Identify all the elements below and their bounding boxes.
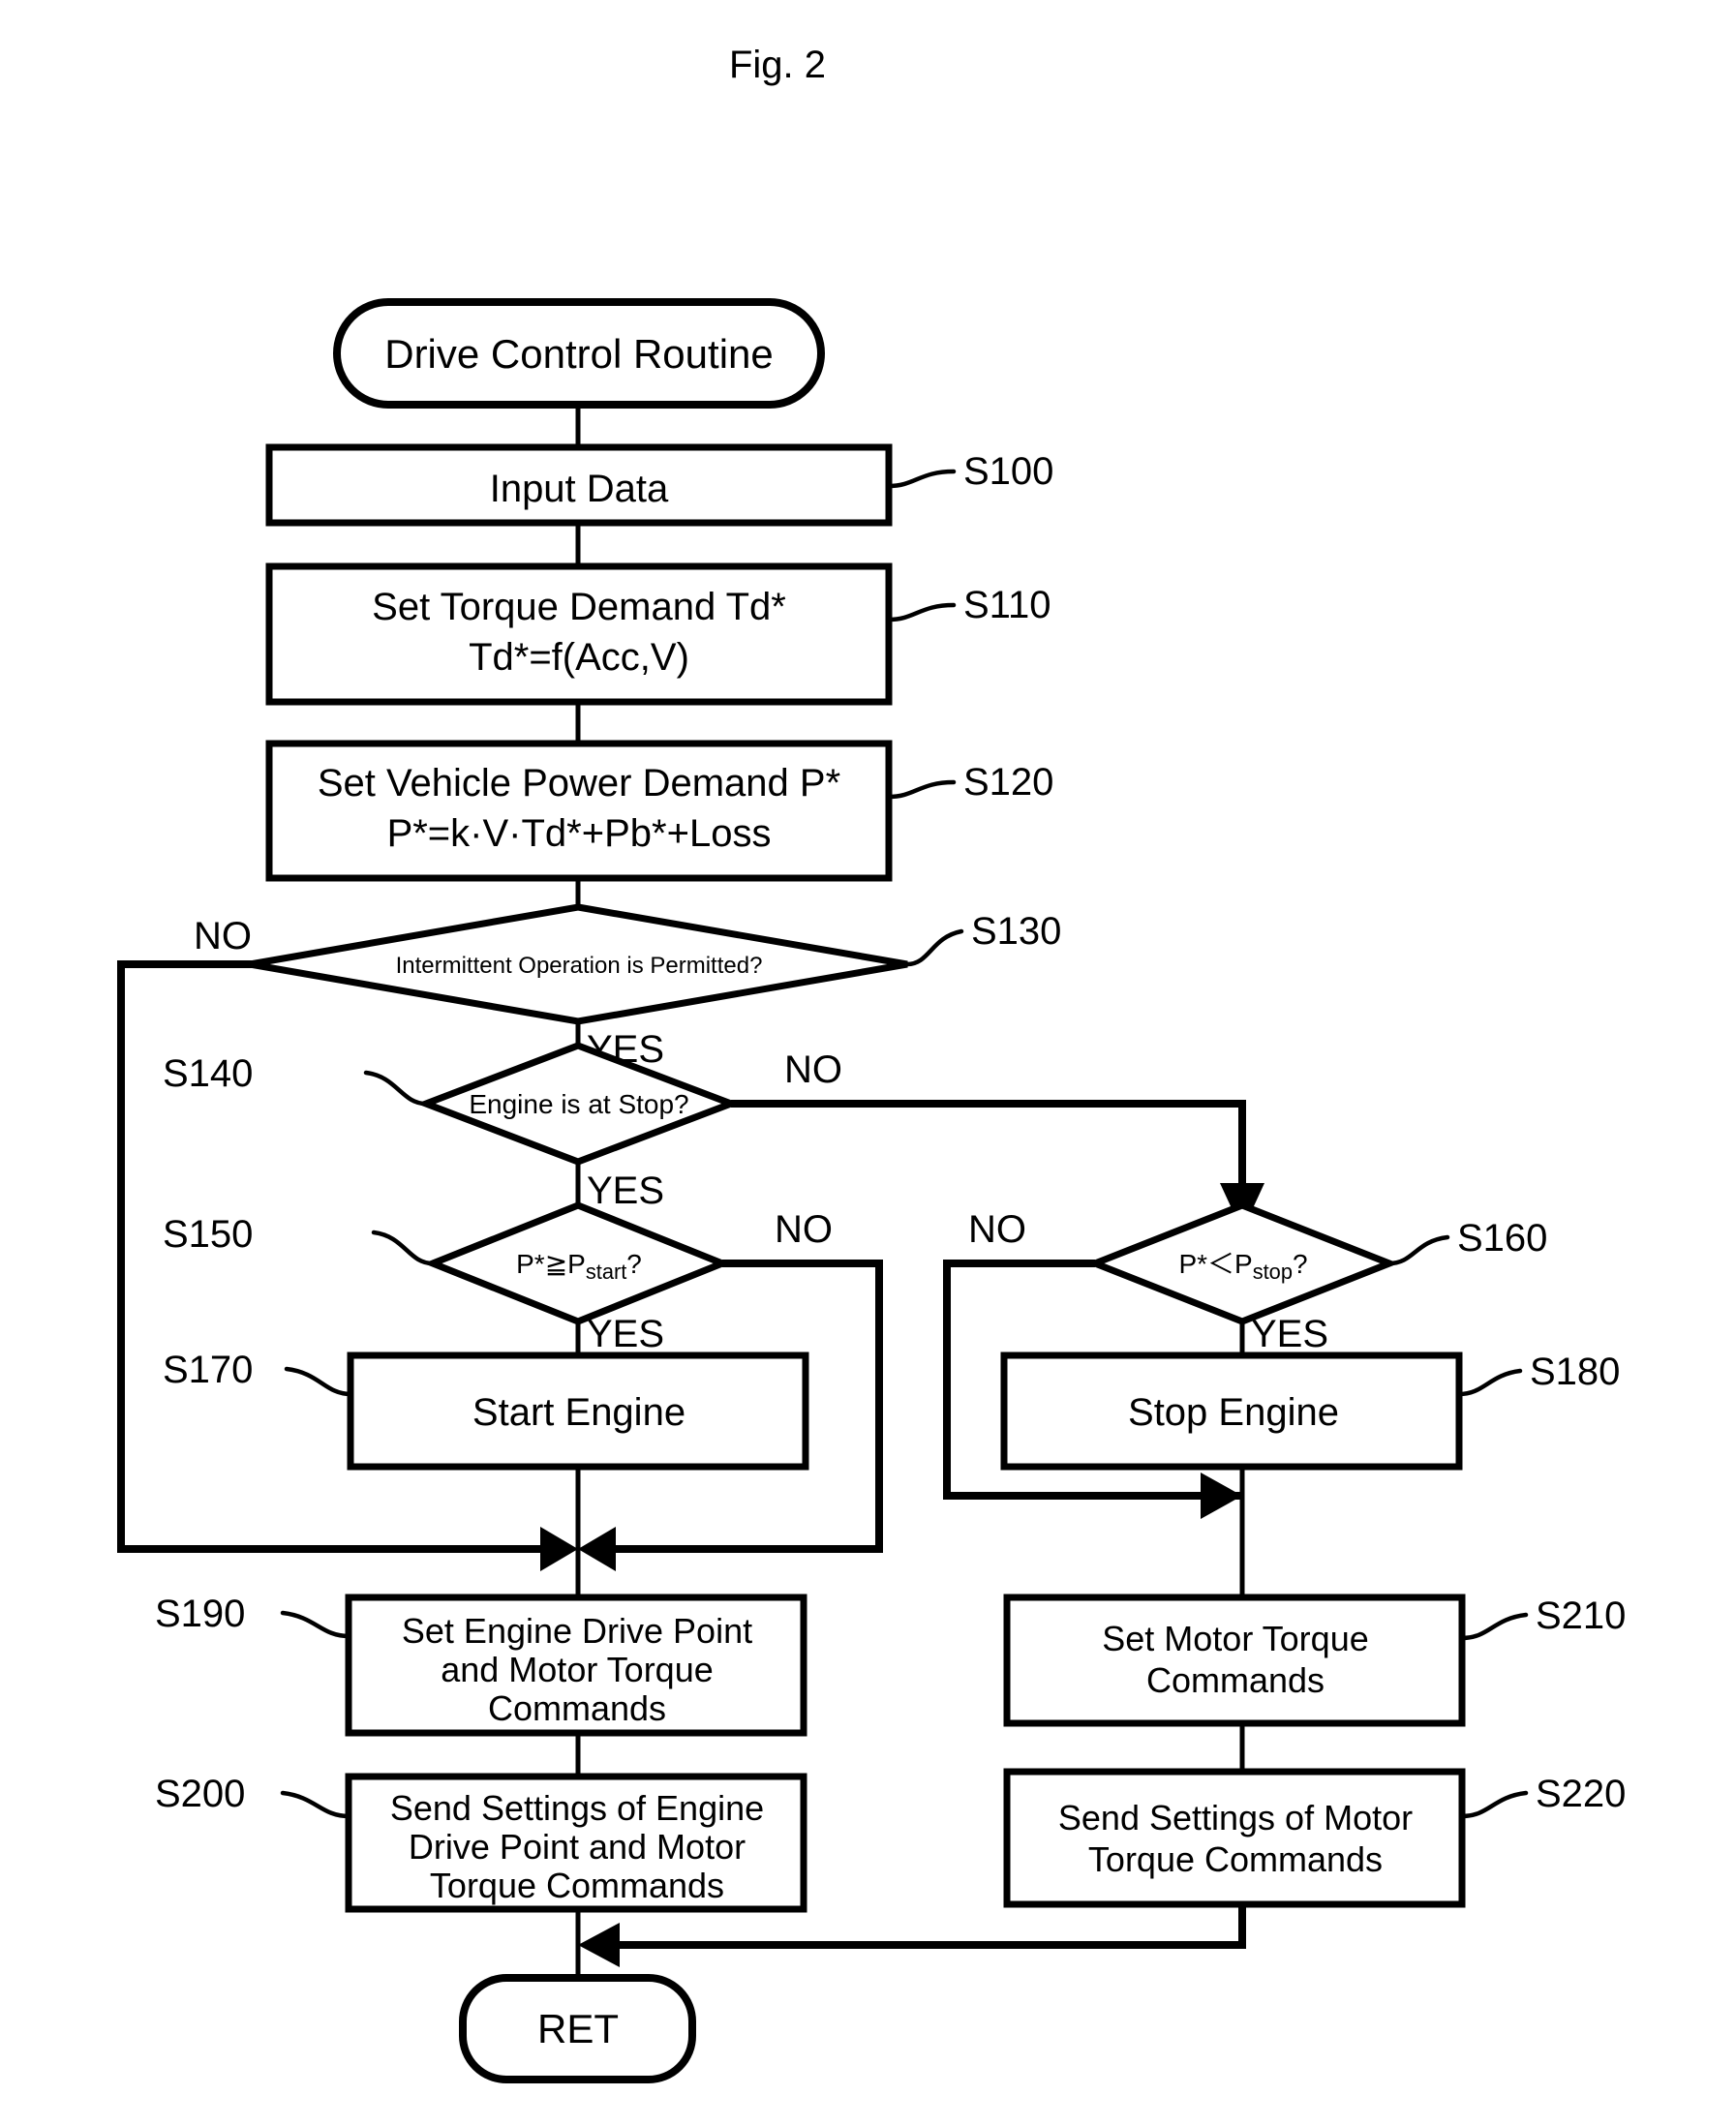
decision-s160: P*＜Pstop? S160 NO YES [968, 1201, 1547, 1355]
terminal-start-label: Drive Control Routine [384, 331, 774, 377]
arrowhead-s130-no [540, 1527, 578, 1571]
leader-s120 [886, 779, 957, 800]
process-box-s190-line-1: and Motor Torque [441, 1650, 714, 1689]
leader-s130 [904, 928, 964, 967]
arrowhead-s220-merge [578, 1923, 620, 1967]
process-box-s210-line-1: Commands [1146, 1660, 1325, 1700]
step-label-s220: S220 [1536, 1773, 1626, 1815]
process-box-s180: Stop Engine S180 [1000, 1351, 1620, 1471]
process-box-s120: Set Vehicle Power Demand P* P*=k·V·Td*+P… [265, 740, 1053, 882]
process-box-s100-line-0: Input Data [490, 468, 669, 510]
process-box-s110-line-1: Td*=f(Acc,V) [469, 636, 689, 679]
process-box-s120-line-1: P*=k·V·Td*+Pb*+Loss [387, 812, 772, 855]
decision-s160-no-label: NO [968, 1208, 1026, 1251]
leader-s200 [280, 1790, 351, 1819]
decision-s140: Engine is at Stop? S140 NO YES [163, 1042, 842, 1212]
decision-s140-yes-label: YES [587, 1169, 664, 1212]
terminal-end-label: RET [537, 2006, 619, 2051]
process-box-s200-line-2: Torque Commands [430, 1866, 724, 1905]
decision-s150-yes-label: YES [587, 1313, 664, 1355]
decision-s160-label-main: P*＜P [1178, 1249, 1252, 1279]
decision-s150: P*≧Pstart? S150 NO YES [163, 1201, 833, 1355]
process-box-s200: Send Settings of Engine Drive Point and … [155, 1773, 807, 1913]
arrowhead-s160-no [1201, 1473, 1242, 1519]
terminal-end: RET [459, 1974, 696, 2083]
decision-s150-no-label: NO [775, 1208, 833, 1251]
decision-s140-label: Engine is at Stop? [469, 1089, 688, 1119]
process-box-s190-line-0: Set Engine Drive Point [402, 1611, 752, 1651]
step-label-s200: S200 [155, 1773, 245, 1815]
step-label-s160: S160 [1457, 1217, 1547, 1260]
leader-s140 [363, 1070, 429, 1107]
connector-s140-no-path [731, 1100, 1246, 1205]
step-label-s150: S150 [163, 1213, 253, 1256]
decision-s150-label-main: P*≧P [516, 1249, 586, 1279]
decision-s130-label: Intermittent Operation is Permitted? [396, 953, 763, 979]
leader-s160 [1386, 1234, 1450, 1266]
decision-s130-no-label: NO [194, 915, 252, 957]
process-box-s100: Input Data S100 [265, 443, 1053, 527]
process-box-s110-line-0: Set Torque Demand Td* [372, 586, 786, 628]
figure-page: Fig. 2 Drive Control Routine Input Data … [0, 0, 1736, 2126]
process-box-s200-line-1: Drive Point and Motor [409, 1827, 746, 1867]
leader-s180 [1456, 1368, 1523, 1397]
arrowhead-s150-no [578, 1527, 616, 1571]
leader-s210 [1459, 1612, 1529, 1641]
process-box-s190-line-2: Commands [488, 1688, 666, 1728]
process-box-s120-line-0: Set Vehicle Power Demand P* [318, 762, 840, 805]
process-box-s180-line-0: Stop Engine [1128, 1391, 1339, 1434]
process-box-s170-line-0: Start Engine [472, 1391, 685, 1434]
process-box-s220: Send Settings of Motor Torque Commands S… [1003, 1768, 1626, 1908]
leader-s190 [280, 1610, 351, 1639]
decision-s140-no-label: NO [784, 1048, 842, 1091]
step-label-s110: S110 [963, 584, 1051, 626]
decision-s160-label-tail: ? [1293, 1249, 1308, 1279]
decision-s150-label-tail: ? [626, 1249, 642, 1279]
process-box-s190: Set Engine Drive Point and Motor Torque … [155, 1593, 807, 1737]
step-label-s100: S100 [963, 450, 1053, 493]
step-label-s180: S180 [1530, 1351, 1620, 1393]
process-box-s200-line-0: Send Settings of Engine [390, 1788, 764, 1828]
step-label-s210: S210 [1536, 1594, 1626, 1637]
process-box-s220-line-0: Send Settings of Motor [1058, 1798, 1413, 1837]
decision-s150-label-sub: start [586, 1260, 626, 1284]
process-box-s210-line-0: Set Motor Torque [1102, 1619, 1368, 1658]
step-label-s170: S170 [163, 1349, 253, 1391]
step-label-s190: S190 [155, 1593, 245, 1635]
process-box-s220-shape [1003, 1768, 1466, 1908]
process-box-s220-line-1: Torque Commands [1088, 1839, 1383, 1879]
flowchart-canvas: Fig. 2 Drive Control Routine Input Data … [117, 44, 1626, 2083]
decision-s130: Intermittent Operation is Permitted? S13… [194, 903, 1061, 1071]
process-box-s210: Set Motor Torque Commands S210 [1003, 1594, 1626, 1727]
leader-s110 [886, 602, 957, 623]
leader-s220 [1459, 1790, 1529, 1819]
process-box-s170: Start Engine S170 [163, 1349, 809, 1471]
step-label-s140: S140 [163, 1052, 253, 1095]
process-box-s110: Set Torque Demand Td* Td*=f(Acc,V) S110 [265, 562, 1051, 706]
step-label-s130: S130 [971, 910, 1061, 953]
figure-label: Fig. 2 [729, 44, 826, 86]
terminal-start: Drive Control Routine [333, 298, 825, 409]
leader-s170 [284, 1366, 353, 1397]
decision-s160-label-sub: stop [1253, 1260, 1293, 1284]
step-label-s120: S120 [963, 761, 1053, 804]
leader-s100 [886, 469, 957, 489]
decision-s160-yes-label: YES [1251, 1313, 1328, 1355]
leader-s150 [371, 1230, 436, 1266]
